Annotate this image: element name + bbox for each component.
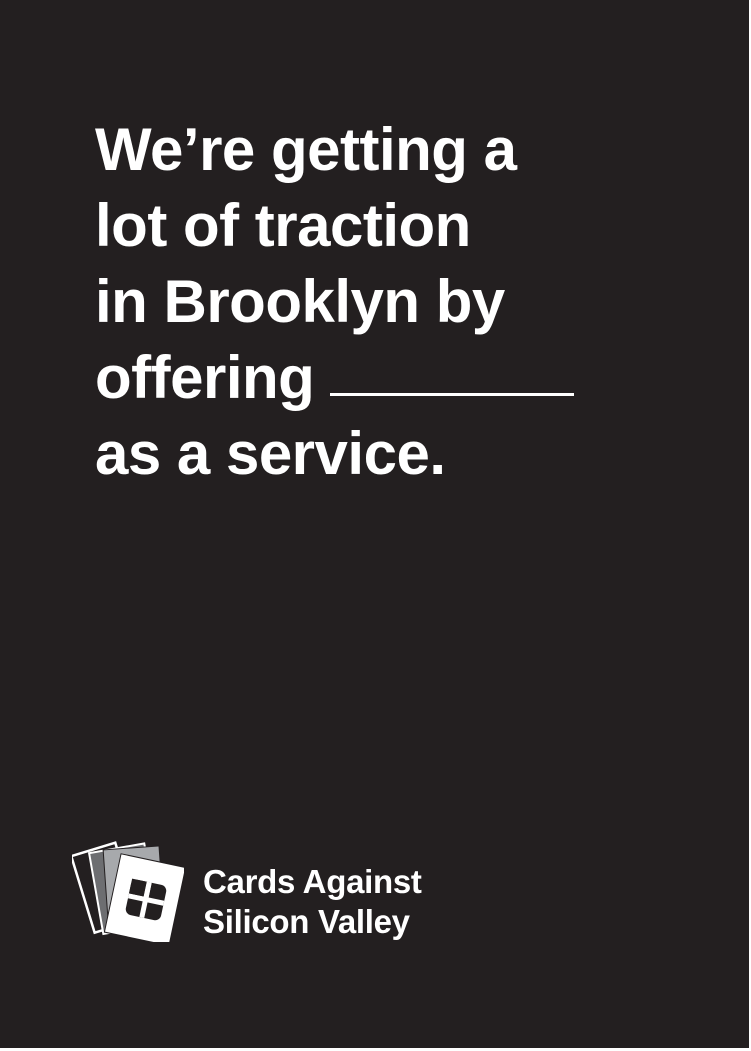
prompt-line-4: offering [95, 340, 715, 416]
prompt-line-1: We’re getting a [95, 116, 517, 183]
prompt-line-4-text: offering [95, 344, 315, 411]
prompt-line-3: in Brooklyn by [95, 268, 505, 335]
brand-name: Cards Against Silicon Valley [203, 862, 422, 942]
brand-name-line-1: Cards Against [203, 863, 422, 900]
fill-in-blank [330, 393, 575, 396]
prompt-text: We’re getting a lot of traction in Brook… [95, 112, 715, 492]
prompt-line-2: lot of traction [95, 192, 471, 259]
prompt-line-5: as a service. [95, 420, 446, 487]
prompt-card: We’re getting a lot of traction in Brook… [0, 0, 749, 1048]
brand-footer: Cards Against Silicon Valley [72, 838, 492, 948]
stacked-cards-logo-icon [72, 841, 184, 942]
brand-name-line-2: Silicon Valley [203, 903, 410, 940]
